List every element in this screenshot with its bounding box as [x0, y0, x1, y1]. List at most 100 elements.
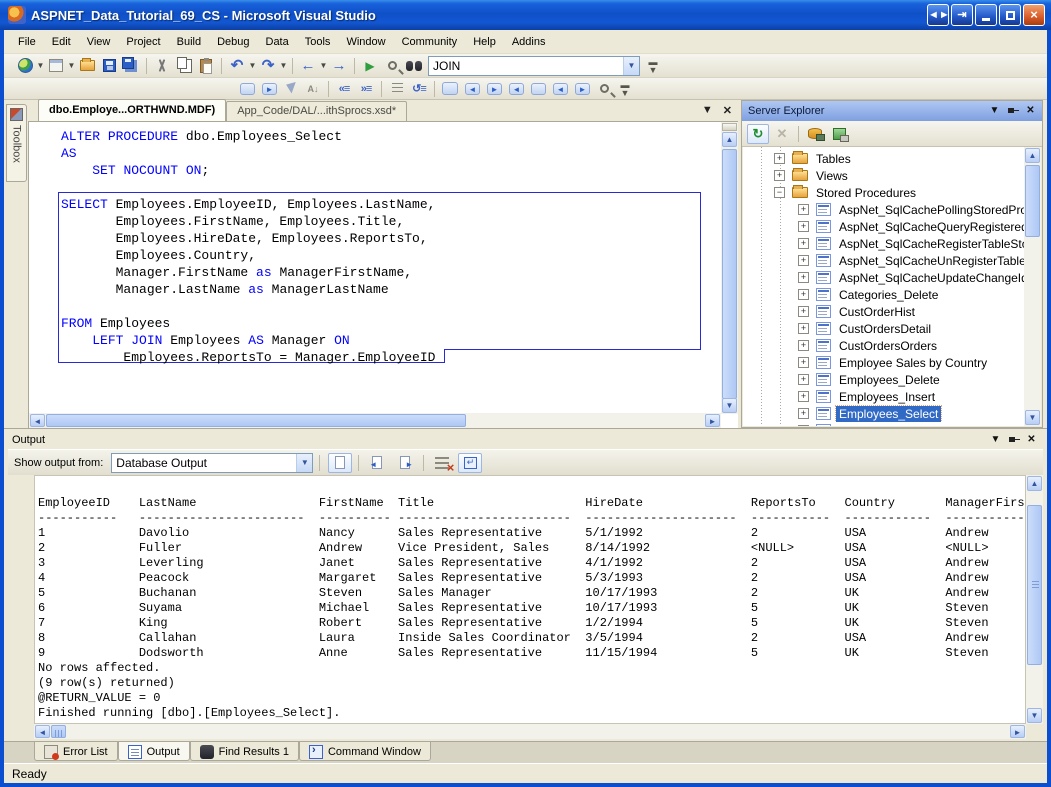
expand-toggle-icon[interactable]: +	[798, 425, 809, 426]
bubble-back-icon[interactable]	[506, 79, 526, 99]
window-position-dropdown-icon[interactable]: ▼	[988, 433, 1003, 447]
find-in-files-icon[interactable]	[404, 56, 424, 76]
pan-arrows-button[interactable]: ◄►	[927, 4, 949, 26]
expand-toggle-icon[interactable]: +	[774, 153, 785, 164]
tree-item-employees-delete[interactable]: +Employees_Delete	[743, 371, 1024, 388]
expand-toggle-icon[interactable]: +	[798, 340, 809, 351]
tree-item-stored-procedures[interactable]: −Stored Procedures	[743, 184, 1024, 201]
dropdown-arrow-icon[interactable]: ▼	[319, 61, 328, 70]
scroll-down-button[interactable]: ▼	[1027, 708, 1042, 723]
expand-toggle-icon[interactable]: +	[798, 357, 809, 368]
menu-build[interactable]: Build	[169, 32, 209, 52]
expand-toggle-icon[interactable]: +	[774, 170, 785, 181]
toolbar-overflow-icon[interactable]: ▬▼	[619, 81, 631, 97]
line-numbers-icon[interactable]	[387, 79, 407, 99]
title-bar[interactable]: ASPNET_Data_Tutorial_69_CS - Microsoft V…	[0, 0, 1051, 30]
output-text-area[interactable]: EmployeeID LastName FirstName Title Hire…	[34, 475, 1026, 724]
tab-xsd-designer[interactable]: App_Code/DAL/...ithSprocs.xsd*	[226, 101, 407, 121]
bottom-tab-command-window[interactable]: Command Window	[299, 742, 431, 761]
next-message-icon[interactable]	[393, 453, 417, 473]
tree-item-tables[interactable]: +Tables	[743, 150, 1024, 167]
maximize-button[interactable]	[999, 4, 1021, 26]
connect-to-database-icon[interactable]	[804, 124, 826, 144]
comment-box-icon[interactable]	[440, 79, 460, 99]
scroll-up-button[interactable]: ▲	[1027, 476, 1042, 491]
close-panel-icon[interactable]: ✕	[1023, 104, 1038, 118]
scroll-left-button[interactable]: ◄	[30, 414, 45, 427]
tree-item-views[interactable]: +Views	[743, 167, 1024, 184]
dropdown-arrow-icon[interactable]: ▼	[36, 61, 45, 70]
show-sql-pane-icon[interactable]	[259, 79, 279, 99]
toolbar-overflow-icon[interactable]: ▬▼	[647, 58, 659, 74]
tree-vertical-scrollbar[interactable]: ▲ ▼	[1024, 147, 1041, 426]
bottom-tab-find-results-1[interactable]: Find Results 1	[190, 742, 299, 761]
toolbox-tab[interactable]: Toolbox	[6, 104, 27, 182]
pointer-icon[interactable]	[281, 79, 301, 99]
output-source-dropdown[interactable]: Database Output ▼	[111, 453, 313, 473]
scroll-right-button[interactable]: ►	[705, 414, 720, 427]
tree-item-aspnet-sqlcacheregistertablestoredprocedure[interactable]: +AspNet_SqlCacheRegisterTableStoredProce…	[743, 235, 1024, 252]
expand-toggle-icon[interactable]: +	[798, 391, 809, 402]
scroll-down-button[interactable]: ▼	[1025, 410, 1040, 425]
dropdown-arrow-icon[interactable]: ▼	[67, 61, 76, 70]
close-panel-icon[interactable]: ✕	[1024, 433, 1039, 447]
undo-icon[interactable]: ↶	[227, 56, 247, 76]
tree-item-custorderhist[interactable]: +CustOrderHist	[743, 303, 1024, 320]
editor-vertical-scrollbar[interactable]: ▲ ▼	[721, 122, 738, 414]
tree-item-aspnet-sqlcachepollingstoredprocedure[interactable]: +AspNet_SqlCachePollingStoredProcedure	[743, 201, 1024, 218]
bottom-tab-output[interactable]: Output	[118, 742, 190, 761]
undo-checkout-icon[interactable]: ↺≡	[409, 79, 429, 99]
combobox-dropdown-button[interactable]: ▼	[623, 57, 639, 75]
copy-icon[interactable]	[174, 56, 194, 76]
bubble-copy-icon[interactable]	[528, 79, 548, 99]
previous-message-icon[interactable]	[365, 453, 389, 473]
expand-toggle-icon[interactable]: +	[798, 255, 809, 266]
tree-item-aspnet-sqlcacheupdatechangeidstoredprocedure[interactable]: +AspNet_SqlCacheUpdateChangeIdStoredProc…	[743, 269, 1024, 286]
tree-item-custordersdetail[interactable]: +CustOrdersDetail	[743, 320, 1024, 337]
dropdown-arrow-icon[interactable]: ▼	[248, 61, 257, 70]
auto-hide-pin-icon[interactable]	[1006, 433, 1021, 447]
navigate-forward-icon[interactable]: →	[329, 56, 349, 76]
expand-toggle-icon[interactable]: +	[798, 221, 809, 232]
tree-item-employees-update[interactable]: +Employees_Update	[743, 422, 1024, 426]
open-file-icon[interactable]	[77, 56, 97, 76]
detach-window-button[interactable]: ⇥	[951, 4, 973, 26]
menu-help[interactable]: Help	[465, 32, 504, 52]
tree-item-aspnet-sqlcachequeryregisteredtablesstoredprocedure[interactable]: +AspNet_SqlCacheQueryRegisteredTablesSto…	[743, 218, 1024, 235]
bubble-next-icon[interactable]	[484, 79, 504, 99]
editor-horizontal-scrollbar[interactable]: ◄ ►	[29, 413, 721, 428]
splitter-grip[interactable]	[722, 123, 737, 131]
expand-toggle-icon[interactable]: −	[774, 187, 785, 198]
expand-toggle-icon[interactable]: +	[798, 306, 809, 317]
close-document-icon[interactable]: ✕	[723, 104, 732, 117]
output-titlebar[interactable]: Output ▼ ✕	[8, 431, 1043, 449]
auto-hide-pin-icon[interactable]	[1005, 104, 1020, 118]
show-diagram-pane-icon[interactable]	[237, 79, 257, 99]
menu-data[interactable]: Data	[258, 32, 297, 52]
save-icon[interactable]	[99, 56, 119, 76]
scroll-up-button[interactable]: ▲	[1025, 148, 1040, 163]
clear-all-icon[interactable]	[430, 453, 454, 473]
menu-tools[interactable]: Tools	[297, 32, 339, 52]
zoom-disabled-icon[interactable]	[594, 79, 614, 99]
tab-sql-editor[interactable]: dbo.Employe...ORTHWND.MDF)	[38, 99, 226, 121]
save-all-icon[interactable]	[121, 56, 141, 76]
tree-item-categories-delete[interactable]: +Categories_Delete	[743, 286, 1024, 303]
menu-addins[interactable]: Addins	[504, 32, 554, 52]
document-list-dropdown-icon[interactable]: ▼	[702, 104, 713, 117]
add-new-item-icon[interactable]	[46, 56, 66, 76]
expand-toggle-icon[interactable]: +	[798, 323, 809, 334]
expand-toggle-icon[interactable]: +	[798, 408, 809, 419]
delete-icon[interactable]: ✕	[771, 124, 793, 144]
scroll-thumb[interactable]	[46, 414, 466, 427]
expand-toggle-icon[interactable]: +	[798, 238, 809, 249]
find-symbol-icon[interactable]	[382, 56, 402, 76]
expand-toggle-icon[interactable]: +	[798, 374, 809, 385]
scroll-up-button[interactable]: ▲	[722, 132, 737, 147]
tree-item-aspnet-sqlcacheunregistertablestoredprocedure[interactable]: +AspNet_SqlCacheUnRegisterTableStoredPro…	[743, 252, 1024, 269]
sort-az-icon[interactable]: A↓	[303, 79, 323, 99]
goto-message-icon[interactable]	[328, 453, 352, 473]
code-text[interactable]: ALTER PROCEDURE dbo.Employees_Select AS …	[29, 122, 721, 414]
menu-project[interactable]: Project	[118, 32, 168, 52]
combobox-dropdown-button[interactable]: ▼	[296, 454, 312, 472]
